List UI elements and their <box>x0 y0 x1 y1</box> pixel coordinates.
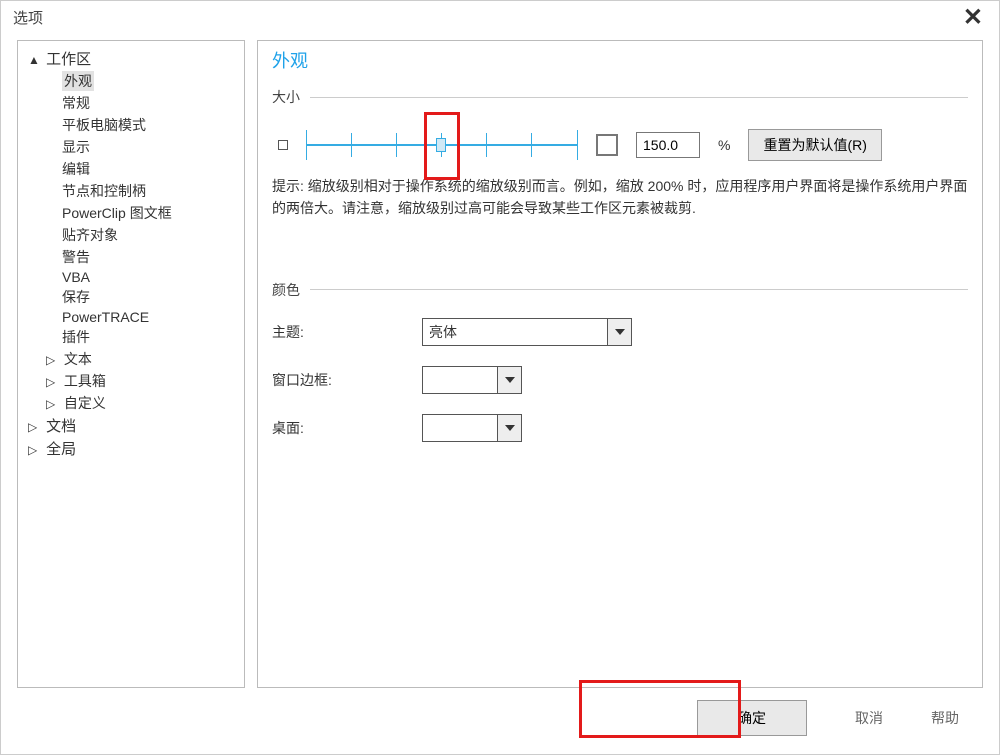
tree-node-workspace[interactable]: ▲ 工作区 <box>20 47 242 70</box>
chevron-down-icon <box>497 415 521 441</box>
desktop-color-value <box>423 415 497 441</box>
close-icon[interactable]: ✕ <box>959 9 987 27</box>
tree-node-document[interactable]: ▷ 文档 <box>20 414 242 437</box>
scale-slider[interactable] <box>306 130 578 160</box>
tree-item-general[interactable]: 常规 <box>20 92 242 114</box>
scale-value-input[interactable] <box>636 132 700 158</box>
chevron-down-icon <box>497 367 521 393</box>
group-size: 大小 <box>272 87 968 220</box>
tree-item-powertrace[interactable]: PowerTRACE <box>20 308 242 326</box>
desktop-color-combo[interactable] <box>422 414 522 442</box>
divider <box>310 97 968 98</box>
triangle-right-icon: ▷ <box>28 443 42 457</box>
percent-label: % <box>718 137 730 153</box>
titlebar: 选项 ✕ <box>1 1 999 32</box>
settings-panel: 外观 大小 <box>257 40 983 688</box>
scale-hint: 提示: 缩放级别相对于操作系统的缩放级别而言。例如，缩放 200% 时，应用程序… <box>272 175 968 220</box>
preview-square-icon <box>278 140 288 150</box>
theme-label: 主题: <box>272 322 422 342</box>
tree-item-snap[interactable]: 贴齐对象 <box>20 224 242 246</box>
dialog-title: 选项 <box>13 7 43 28</box>
tree-item-display[interactable]: 显示 <box>20 136 242 158</box>
tree-item-save[interactable]: 保存 <box>20 286 242 308</box>
triangle-right-icon: ▷ <box>28 420 42 434</box>
cancel-button[interactable]: 取消 <box>855 708 883 728</box>
tree-item-vba[interactable]: VBA <box>20 268 242 286</box>
page-title: 外观 <box>272 47 968 73</box>
chevron-down-icon <box>607 319 631 345</box>
triangle-right-icon: ▷ <box>46 397 60 411</box>
theme-combo[interactable]: 亮体 <box>422 318 632 346</box>
border-color-value <box>423 367 497 393</box>
dialog-body: ▲ 工作区 外观 常规 平板电脑模式 显示 编辑 <box>1 32 999 688</box>
tree-item-plugins[interactable]: 插件 <box>20 326 242 348</box>
group-color-header: 颜色 <box>272 280 300 300</box>
help-button[interactable]: 帮助 <box>931 708 959 728</box>
tree-item-edit[interactable]: 编辑 <box>20 158 242 180</box>
tree-item-nodes[interactable]: 节点和控制柄 <box>20 180 242 202</box>
group-color: 颜色 主题: 亮体 窗口边框: <box>272 280 968 442</box>
group-size-header: 大小 <box>272 87 300 107</box>
dialog-footer: 确定 取消 帮助 <box>1 688 999 754</box>
tree-item-appearance[interactable]: 外观 <box>20 70 242 92</box>
tree-node-text[interactable]: ▷ 文本 <box>20 348 242 370</box>
options-dialog: 选项 ✕ ▲ 工作区 外观 常规 平板电脑模式 显示 <box>0 0 1000 755</box>
tree-item-warnings[interactable]: 警告 <box>20 246 242 268</box>
tree-node-toolbox[interactable]: ▷ 工具箱 <box>20 370 242 392</box>
scale-checkbox[interactable] <box>596 134 618 156</box>
desktop-label: 桌面: <box>272 418 422 438</box>
tree-node-customize[interactable]: ▷ 自定义 <box>20 392 242 414</box>
slider-thumb[interactable] <box>436 138 446 152</box>
triangle-right-icon: ▷ <box>46 353 60 367</box>
triangle-down-icon: ▲ <box>28 53 42 67</box>
divider <box>310 289 968 290</box>
border-color-combo[interactable] <box>422 366 522 394</box>
category-tree: ▲ 工作区 外观 常规 平板电脑模式 显示 编辑 <box>17 40 245 688</box>
tree-node-global[interactable]: ▷ 全局 <box>20 437 242 460</box>
theme-value: 亮体 <box>423 319 607 345</box>
triangle-right-icon: ▷ <box>46 375 60 389</box>
tree-item-tablet[interactable]: 平板电脑模式 <box>20 114 242 136</box>
tree-item-powerclip[interactable]: PowerClip 图文框 <box>20 202 242 224</box>
border-label: 窗口边框: <box>272 370 422 390</box>
ok-button[interactable]: 确定 <box>697 700 807 736</box>
reset-button[interactable]: 重置为默认值(R) <box>748 129 881 161</box>
